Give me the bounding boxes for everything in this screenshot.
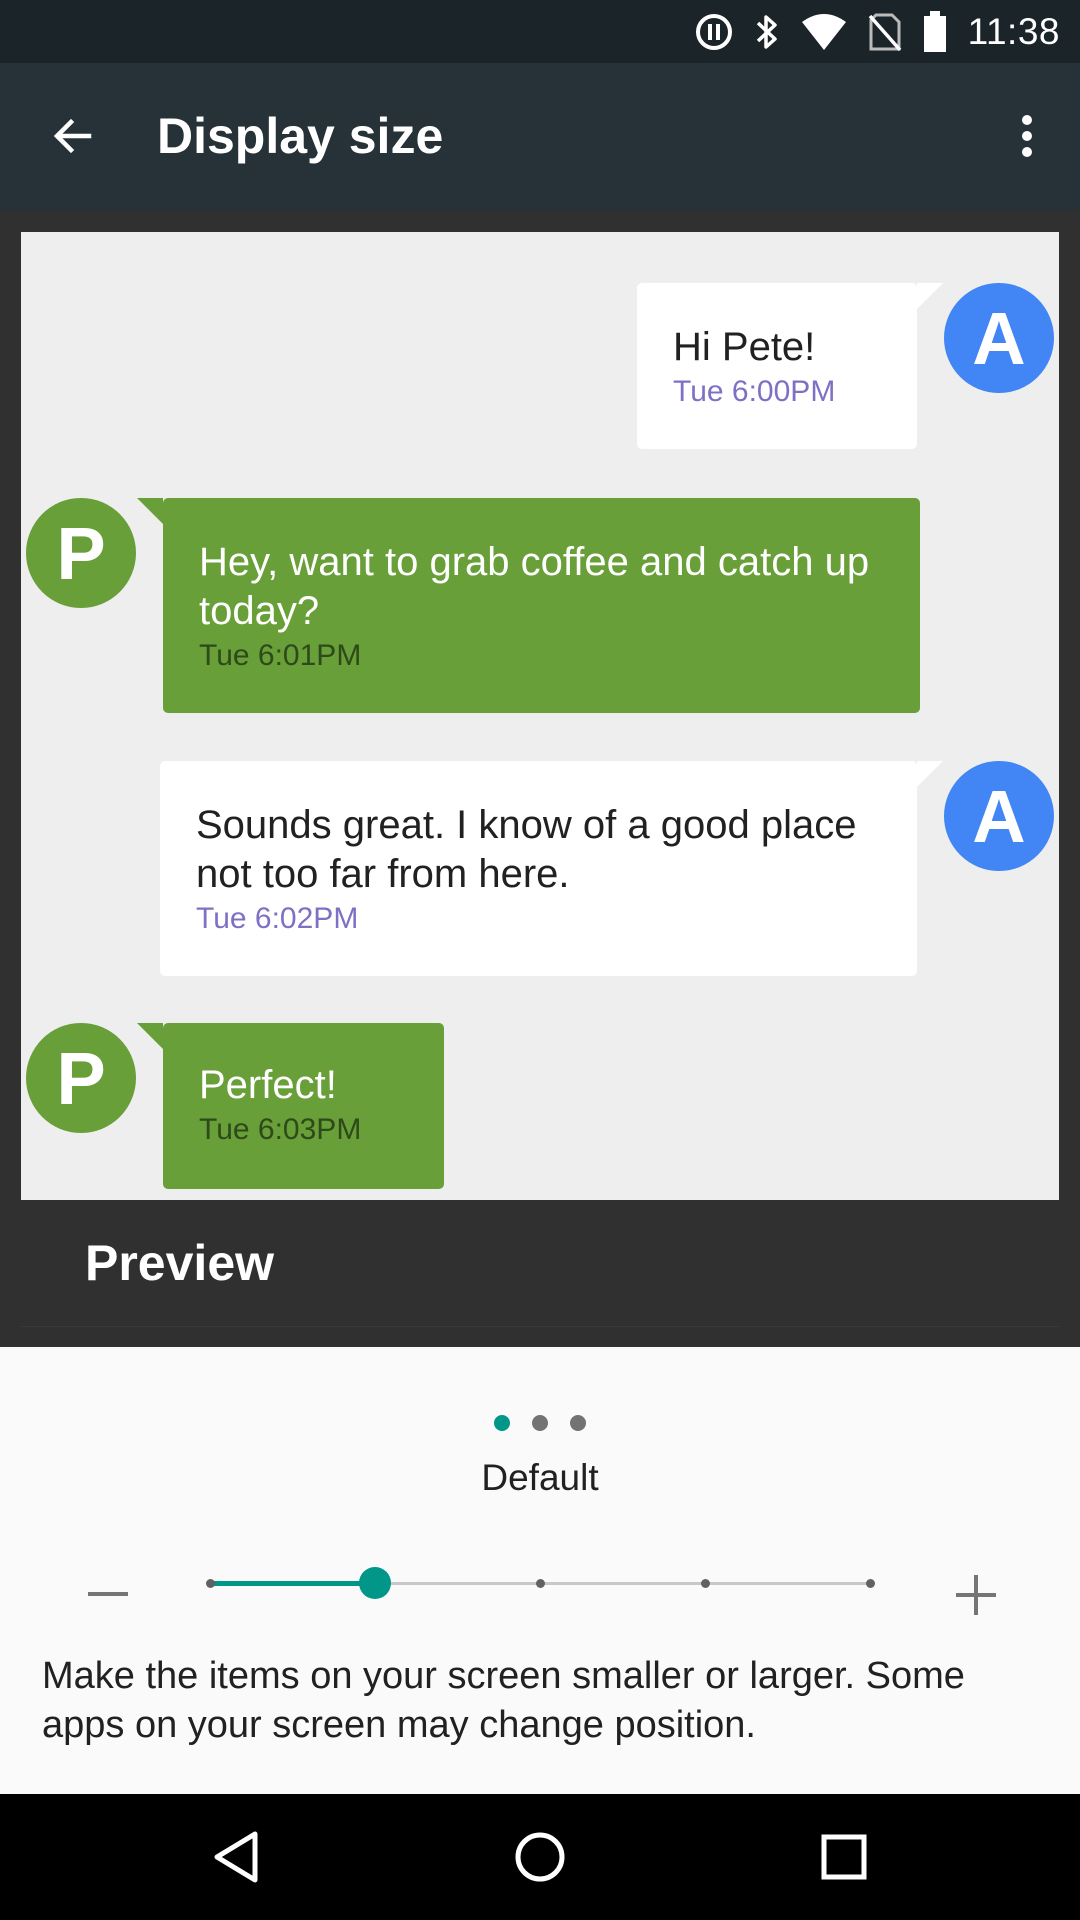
- page-dot[interactable]: [494, 1415, 510, 1431]
- slider-tick[interactable]: [865, 1578, 875, 1588]
- recents-square-icon[interactable]: [801, 1814, 887, 1900]
- battery-icon: [922, 10, 948, 53]
- page-title: Display size: [157, 108, 444, 164]
- status-clock: 11:38: [967, 10, 1060, 52]
- page-dot[interactable]: [532, 1415, 548, 1431]
- app-bar: Display size: [0, 63, 1080, 210]
- avatar: A: [944, 283, 1054, 393]
- message-time: Tue 6:00PM: [673, 375, 836, 408]
- size-slider-fill: [210, 1581, 375, 1586]
- message-text: Sounds great. I know of a good place not…: [196, 803, 857, 896]
- no-sim-icon: [868, 12, 902, 52]
- avatar: P: [26, 498, 136, 608]
- message-time: Tue 6:01PM: [199, 639, 362, 672]
- size-level-label: Default: [481, 1457, 599, 1498]
- page-indicator: [0, 1415, 1080, 1431]
- slider-tick[interactable]: [535, 1578, 545, 1588]
- back-triangle-icon[interactable]: [193, 1814, 279, 1900]
- message-text: Perfect!: [199, 1063, 337, 1107]
- page-dot[interactable]: [570, 1415, 586, 1431]
- avatar: A: [944, 761, 1054, 871]
- navigation-bar: [0, 1794, 1080, 1920]
- preview-label: Preview: [85, 1235, 275, 1291]
- message-preview: Hi Pete! Tue 6:00PM A P Hey, want to gra…: [21, 232, 1059, 1200]
- home-circle-icon[interactable]: [497, 1814, 583, 1900]
- slider-tick[interactable]: [205, 1578, 215, 1588]
- bubble-tail: [137, 498, 163, 524]
- message-time: Tue 6:02PM: [196, 902, 359, 935]
- slider-tick[interactable]: [700, 1578, 710, 1588]
- preview-label-bar: Preview: [21, 1200, 1059, 1327]
- decrease-size-button[interactable]: [80, 1567, 136, 1623]
- size-description: Make the items on your screen smaller or…: [42, 1655, 965, 1746]
- bluetooth-icon: [754, 12, 780, 52]
- increase-size-button[interactable]: [946, 1565, 1006, 1625]
- wifi-icon: [800, 12, 848, 52]
- pause-circle-icon: [694, 12, 734, 52]
- message-bubble: Perfect! Tue 6:03PM: [163, 1023, 444, 1189]
- message-text: Hi Pete!: [673, 325, 816, 369]
- bubble-tail: [917, 283, 943, 309]
- message-text: Hey, want to grab coffee and catch up to…: [199, 540, 870, 633]
- arrow-back-icon[interactable]: [40, 103, 106, 169]
- status-bar: 11:38: [0, 0, 1080, 63]
- avatar: P: [26, 1023, 136, 1133]
- bubble-tail: [917, 761, 943, 787]
- more-vert-icon[interactable]: [994, 103, 1060, 169]
- message-bubble: Sounds great. I know of a good place not…: [160, 761, 917, 976]
- message-bubble: Hey, want to grab coffee and catch up to…: [163, 498, 920, 713]
- size-slider-thumb[interactable]: [359, 1567, 391, 1599]
- bubble-tail: [137, 1023, 163, 1049]
- message-bubble: Hi Pete! Tue 6:00PM: [637, 283, 917, 449]
- message-time: Tue 6:03PM: [199, 1113, 362, 1146]
